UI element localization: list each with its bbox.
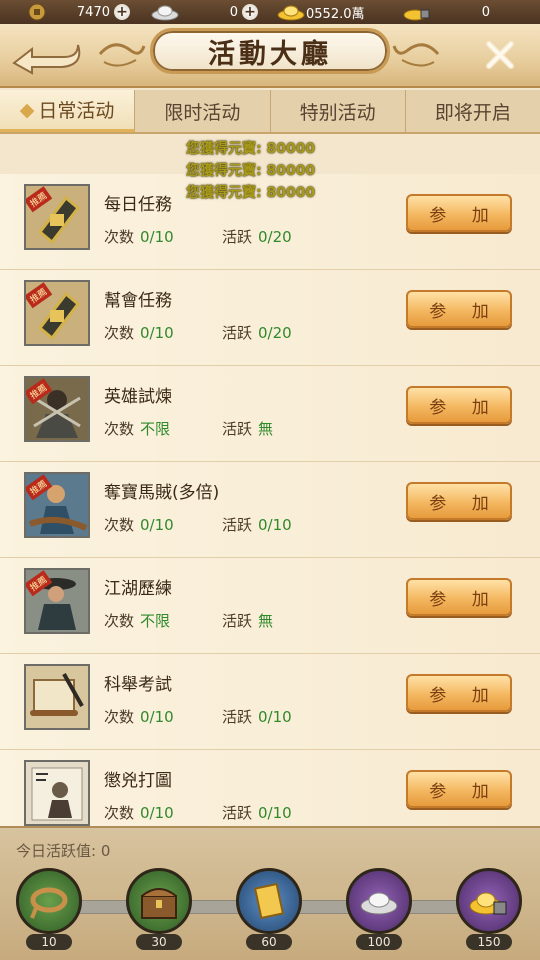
- copper-coin-icon: [26, 2, 48, 22]
- tab-limited[interactable]: 限时活动: [135, 90, 271, 132]
- silver-value: 0: [229, 4, 238, 20]
- tab-label: 限时活动: [164, 101, 241, 124]
- gold-ingot-lock-icon: [469, 892, 507, 915]
- active-stat: 活跃無: [222, 612, 274, 630]
- tab-upcoming[interactable]: 即将开启: [406, 90, 540, 132]
- list-item: 科舉考試 次数 0/10 活跃 0/10 参 加: [0, 654, 540, 750]
- list-item: 推薦 幫會任務 次数 0/10 活跃 0/20 参 加: [0, 270, 540, 366]
- chest-icon: [141, 888, 177, 919]
- active-stat: 活跃 0/10: [222, 516, 292, 534]
- join-button[interactable]: 参 加: [406, 674, 512, 712]
- gold-ingot-icon: [276, 2, 306, 22]
- close-icon: [486, 41, 514, 69]
- list-item: 懲兇打圖 次数 0/10 活跃 0/10 参 加: [0, 750, 540, 826]
- locked-ingot-value: 0: [481, 4, 490, 20]
- count-stat: 次数 0/10: [104, 228, 174, 246]
- swordsman-icon: 推薦: [24, 568, 90, 634]
- active-stat: 活跃 0/20: [222, 324, 292, 342]
- add-silver-button[interactable]: +: [242, 4, 258, 20]
- milestone-value: 100: [356, 934, 402, 950]
- milestone-value: 30: [136, 934, 182, 950]
- count-stat: 次数 0/10: [104, 516, 174, 534]
- gold-ingot-lock-icon: [402, 2, 432, 22]
- active-stat: 活跃 0/10: [222, 708, 292, 726]
- tab-label: 特别活动: [299, 101, 376, 124]
- token-icon: 推薦: [24, 184, 90, 250]
- activity-name: 懲兇打圖: [104, 771, 172, 791]
- rope-icon: [30, 887, 68, 919]
- activity-name: 江湖歷練: [104, 579, 172, 599]
- back-button[interactable]: [6, 32, 88, 78]
- milestone-reward-30[interactable]: [126, 868, 192, 934]
- tab-bar: ◆ 日常活动 限时活动 特别活动 即将开启: [0, 90, 540, 134]
- ornament-right-icon: [392, 43, 440, 67]
- activity-list[interactable]: 推薦 每日任務 次数 0/10 活跃 0/20 参 加 推薦 幫會任務 次数 0/10…: [0, 136, 540, 826]
- resource-bar: 7470 + 0 + 0552.0萬 0: [0, 0, 540, 24]
- milestone-value: 10: [26, 934, 72, 950]
- join-button[interactable]: 参 加: [406, 578, 512, 616]
- milestone-value: 60: [246, 934, 292, 950]
- activity-name: 奪寶馬賊(多倍): [104, 483, 220, 503]
- activity-name: 每日任務: [104, 195, 172, 215]
- add-copper-button[interactable]: +: [114, 4, 130, 20]
- list-item: 推薦 英雄試煉 次数 不限 活跃無 参 加: [0, 366, 540, 462]
- today-activity-value: 0: [100, 842, 111, 860]
- activity-meter: 今日活跃值: 0 10 30 60 100 150: [0, 826, 540, 960]
- silver-ingot-icon: [360, 892, 398, 915]
- active-stat: 活跃無: [222, 420, 274, 438]
- count-stat: 次数 0/10: [104, 708, 174, 726]
- count-stat: 次数 0/10: [104, 804, 174, 822]
- count-stat: 次数 0/10: [104, 324, 174, 342]
- join-button[interactable]: 参 加: [406, 194, 512, 232]
- warrior-icon: 推薦: [24, 376, 90, 442]
- scroll-icon: [253, 882, 285, 920]
- tab-daily[interactable]: ◆ 日常活动: [0, 90, 136, 132]
- milestone-value: 150: [466, 934, 512, 950]
- reward-notice: 您獲得元寶: 80000: [186, 185, 316, 201]
- milestone-reward-60[interactable]: [236, 868, 302, 934]
- list-item: 推薦 江湖歷練 次数 不限 活跃無 参 加: [0, 558, 540, 654]
- silver-resource: 0 +: [150, 2, 258, 22]
- gold-ingot-resource: 0552.0萬: [276, 2, 376, 22]
- tab-label: 即将开启: [434, 101, 511, 124]
- join-button[interactable]: 参 加: [406, 482, 512, 520]
- join-button[interactable]: 参 加: [406, 386, 512, 424]
- back-arrow-icon: [12, 44, 81, 75]
- copper-resource: 7470 +: [26, 2, 130, 22]
- count-stat: 次数 不限: [104, 420, 171, 438]
- silver-ingot-icon: [150, 2, 180, 22]
- reward-notice: 您獲得元寶: 80000: [186, 141, 316, 157]
- tab-bullet-icon: ◆: [19, 98, 35, 121]
- wanted-poster-icon: [24, 760, 90, 826]
- page-title: 活動大廳: [150, 28, 390, 74]
- ornament-left-icon: [98, 43, 146, 67]
- scroll-brush-icon: [24, 664, 90, 730]
- count-stat: 次数 不限: [104, 612, 171, 630]
- header: 活動大廳: [0, 24, 540, 88]
- tab-special[interactable]: 特别活动: [271, 90, 406, 132]
- reward-notice: 您獲得元寶: 80000: [186, 163, 316, 179]
- join-button[interactable]: 参 加: [406, 770, 512, 808]
- gold-ingot-value: 0552.0萬: [306, 6, 365, 22]
- join-button[interactable]: 参 加: [406, 290, 512, 328]
- today-activity: 今日活跃值: 0: [16, 842, 111, 860]
- list-item: 推薦 奪寶馬賊(多倍) 次数 0/10 活跃 0/10 参 加: [0, 462, 540, 558]
- bandit-icon: 推薦: [24, 472, 90, 538]
- milestone-reward-150[interactable]: [456, 868, 522, 934]
- milestone-reward-100[interactable]: [346, 868, 412, 934]
- close-button[interactable]: [476, 34, 524, 76]
- copper-value: 7470: [76, 4, 110, 20]
- activity-name: 科舉考試: [104, 675, 172, 695]
- locked-ingot-resource: 0: [402, 2, 490, 22]
- milestone-reward-10[interactable]: [16, 868, 82, 934]
- tab-label: 日常活动: [38, 100, 115, 122]
- token-icon: 推薦: [24, 280, 90, 346]
- active-stat: 活跃 0/10: [222, 804, 292, 822]
- active-stat: 活跃 0/20: [222, 228, 292, 246]
- activity-name: 英雄試煉: [104, 387, 172, 407]
- activity-name: 幫會任務: [104, 291, 172, 311]
